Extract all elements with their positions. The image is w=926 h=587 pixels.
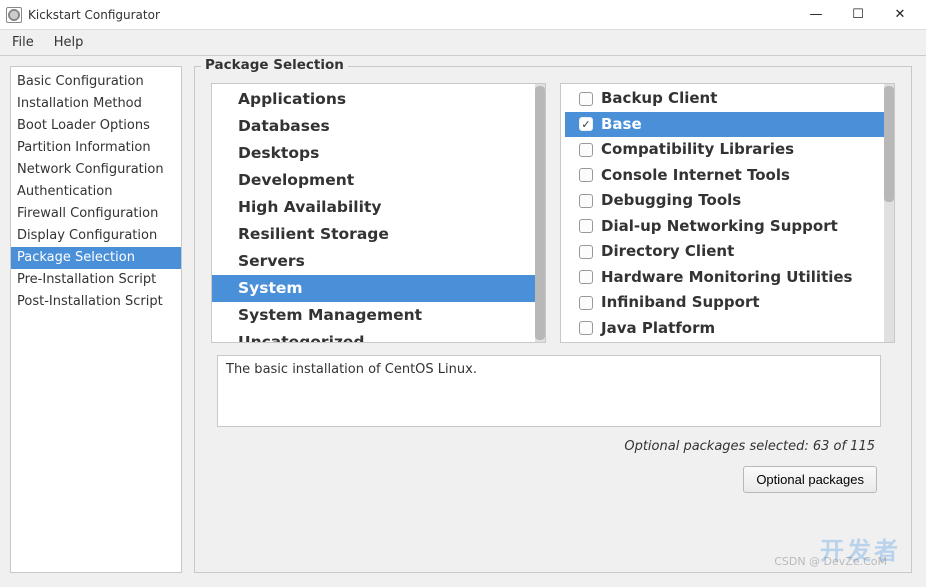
sidebar-item[interactable]: Basic Configuration xyxy=(11,71,181,93)
panel-legend: Package Selection xyxy=(201,57,348,73)
category-item[interactable]: System xyxy=(212,275,535,302)
sidebar-nav: Basic ConfigurationInstallation MethodBo… xyxy=(10,66,182,573)
package-label: Hardware Monitoring Utilities xyxy=(601,266,852,290)
package-selection-panel: Package Selection ApplicationsDatabasesD… xyxy=(194,66,912,573)
sidebar-item[interactable]: Package Selection xyxy=(11,247,181,269)
app-window: Kickstart Configurator — ☐ ✕ File Help B… xyxy=(0,0,926,587)
package-item[interactable]: Dial-up Networking Support xyxy=(565,214,884,240)
package-item[interactable]: Hardware Monitoring Utilities xyxy=(565,265,884,291)
package-item[interactable]: Compatibility Libraries xyxy=(565,137,884,163)
window-title: Kickstart Configurator xyxy=(28,8,796,22)
category-item[interactable]: Desktops xyxy=(230,140,535,167)
package-item[interactable]: Infiniband Support xyxy=(565,290,884,316)
optional-status: Optional packages selected: 63 of 115 xyxy=(211,439,895,454)
package-label: Directory Client xyxy=(601,240,734,264)
checkbox-icon[interactable] xyxy=(579,143,593,157)
category-list-inner: ApplicationsDatabasesDesktopsDevelopment… xyxy=(212,84,535,342)
menu-file[interactable]: File xyxy=(10,33,36,52)
package-description: The basic installation of CentOS Linux. xyxy=(217,355,881,427)
checkbox-icon[interactable] xyxy=(579,321,593,335)
sidebar-item[interactable]: Installation Method xyxy=(11,93,181,115)
button-row: Optional packages xyxy=(211,466,895,493)
menubar: File Help xyxy=(0,30,926,56)
app-icon xyxy=(6,7,22,23)
package-list-inner: Backup Client ✓ BaseCompatibility Librarie… xyxy=(561,84,884,342)
scrollbar-thumb[interactable] xyxy=(884,86,894,202)
optional-packages-button[interactable]: Optional packages xyxy=(743,466,877,493)
category-item[interactable]: Databases xyxy=(230,113,535,140)
package-item[interactable]: ✓ Base xyxy=(565,112,884,138)
category-item[interactable]: Applications xyxy=(230,86,535,113)
package-label: Dial-up Networking Support xyxy=(601,215,838,239)
package-label: Compatibility Libraries xyxy=(601,138,794,162)
category-item[interactable]: Resilient Storage xyxy=(230,221,535,248)
titlebar: Kickstart Configurator — ☐ ✕ xyxy=(0,0,926,30)
close-button[interactable]: ✕ xyxy=(880,2,920,28)
sidebar-item[interactable]: Pre-Installation Script xyxy=(11,269,181,291)
package-label: Java Platform xyxy=(601,317,715,341)
checkbox-icon[interactable] xyxy=(579,194,593,208)
package-label: Console Internet Tools xyxy=(601,164,790,188)
package-label: Infiniband Support xyxy=(601,291,760,315)
category-scrollbar[interactable] xyxy=(535,84,545,342)
package-item[interactable]: Backup Client xyxy=(565,86,884,112)
checkbox-icon[interactable] xyxy=(579,219,593,233)
minimize-button[interactable]: — xyxy=(796,2,836,28)
sidebar-item[interactable]: Network Configuration xyxy=(11,159,181,181)
package-item[interactable]: Debugging Tools xyxy=(565,188,884,214)
checkbox-icon[interactable] xyxy=(579,296,593,310)
window-controls: — ☐ ✕ xyxy=(796,2,920,28)
scrollbar-thumb[interactable] xyxy=(535,86,545,340)
package-label: Base xyxy=(601,113,642,137)
category-item[interactable]: High Availability xyxy=(230,194,535,221)
checkbox-icon[interactable] xyxy=(579,168,593,182)
package-item[interactable]: Java Platform xyxy=(565,316,884,342)
lists-row: ApplicationsDatabasesDesktopsDevelopment… xyxy=(211,83,895,343)
sidebar-item[interactable]: Display Configuration xyxy=(11,225,181,247)
package-label: Backup Client xyxy=(601,87,717,111)
package-scrollbar[interactable] xyxy=(884,84,894,342)
category-item[interactable]: Uncategorized xyxy=(230,329,535,342)
sidebar-item[interactable]: Firewall Configuration xyxy=(11,203,181,225)
sidebar-item[interactable]: Post-Installation Script xyxy=(11,291,181,313)
package-listbox: Backup Client ✓ BaseCompatibility Librarie… xyxy=(560,83,895,343)
sidebar-item[interactable]: Authentication xyxy=(11,181,181,203)
package-label: Debugging Tools xyxy=(601,189,741,213)
category-item[interactable]: System Management xyxy=(230,302,535,329)
category-listbox: ApplicationsDatabasesDesktopsDevelopment… xyxy=(211,83,546,343)
content-area: Basic ConfigurationInstallation MethodBo… xyxy=(0,56,926,587)
checkbox-icon[interactable] xyxy=(579,92,593,106)
menu-help[interactable]: Help xyxy=(52,33,86,52)
watermark-text: 开发者 xyxy=(820,531,901,566)
checkbox-icon[interactable] xyxy=(579,270,593,284)
checkbox-icon[interactable]: ✓ xyxy=(579,117,593,131)
maximize-button[interactable]: ☐ xyxy=(838,2,878,28)
watermark-sub: CSDN @ DevZe.CoM xyxy=(774,555,887,568)
category-item[interactable]: Servers xyxy=(230,248,535,275)
checkbox-icon[interactable] xyxy=(579,245,593,259)
category-item[interactable]: Development xyxy=(230,167,535,194)
package-item[interactable]: Directory Client xyxy=(565,239,884,265)
main-panel: Package Selection ApplicationsDatabasesD… xyxy=(194,66,912,573)
sidebar-item[interactable]: Partition Information xyxy=(11,137,181,159)
package-item[interactable]: Console Internet Tools xyxy=(565,163,884,189)
sidebar-item[interactable]: Boot Loader Options xyxy=(11,115,181,137)
